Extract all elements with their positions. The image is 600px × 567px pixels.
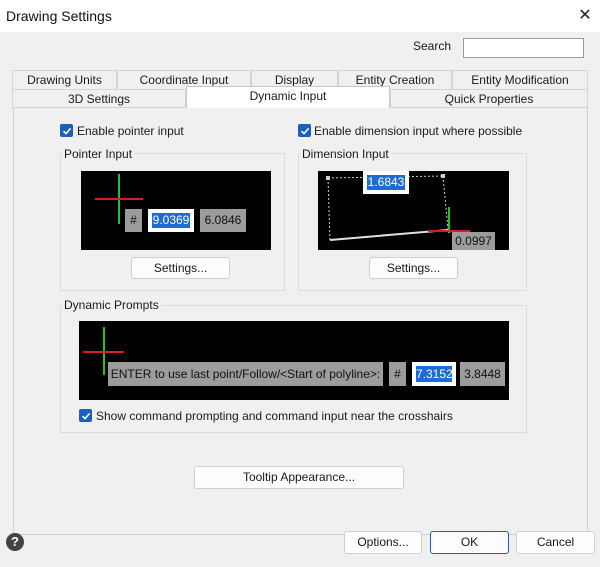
dimension-second-field[interactable]: 0.0997: [452, 232, 495, 250]
help-icon[interactable]: ?: [6, 533, 24, 551]
tooltip-appearance-button[interactable]: Tooltip Appearance...: [194, 466, 404, 489]
show-command-prompting-checkbox[interactable]: [79, 409, 92, 422]
pointer-x-field[interactable]: 9.0369: [148, 209, 194, 232]
prompt-text: ENTER to use last point/Follow/<Start of…: [108, 362, 383, 386]
search-input[interactable]: [463, 38, 584, 58]
search-label: Search: [413, 39, 452, 53]
tab-drawing-units[interactable]: Drawing Units: [12, 70, 117, 89]
show-command-prompting-label: Show command prompting and command input…: [96, 409, 453, 423]
pointer-y-field[interactable]: 6.0846: [200, 209, 246, 232]
hash-box: #: [125, 209, 142, 232]
prompts-preview: ENTER to use last point/Follow/<Start of…: [79, 321, 509, 400]
dimension-settings-button[interactable]: Settings...: [369, 257, 458, 279]
pointer-x-value: 9.0369: [152, 213, 190, 228]
dimension-preview: 1.6843 0.0997: [318, 171, 509, 250]
prompt-x-field[interactable]: 7.3152: [412, 362, 456, 386]
enable-pointer-checkbox[interactable]: [60, 124, 73, 137]
cancel-button[interactable]: Cancel: [516, 531, 595, 554]
crosshair-horizontal: [83, 351, 124, 353]
ok-button[interactable]: OK: [430, 531, 509, 554]
checkmark-icon: [62, 127, 71, 135]
pointer-preview: # 9.0369 6.0846: [81, 171, 271, 250]
enable-dimension-label: Enable dimension input where possible: [314, 124, 523, 138]
options-button[interactable]: Options...: [344, 531, 422, 554]
dimension-input-title: Dimension Input: [300, 147, 391, 161]
tab-quick-properties[interactable]: Quick Properties: [390, 89, 588, 108]
crosshair-horizontal: [95, 198, 143, 200]
prompt-hash-box: #: [389, 362, 406, 386]
prompt-y-field[interactable]: 3.8448: [460, 362, 505, 386]
checkmark-icon: [81, 412, 90, 420]
window-title: Drawing Settings: [6, 8, 112, 24]
enable-dimension-checkbox[interactable]: [298, 124, 311, 137]
dynamic-prompts-title: Dynamic Prompts: [62, 298, 161, 312]
tab-3d-settings[interactable]: 3D Settings: [12, 89, 186, 108]
checkmark-icon: [300, 127, 309, 135]
enable-pointer-label: Enable pointer input: [77, 124, 184, 138]
tab-dynamic-input[interactable]: Dynamic Input: [186, 86, 390, 108]
pointer-settings-button[interactable]: Settings...: [131, 257, 230, 279]
dimension-length-value: 1.6843: [367, 175, 405, 190]
tab-entity-modification[interactable]: Entity Modification: [452, 70, 588, 89]
pointer-input-title: Pointer Input: [62, 147, 135, 161]
close-icon[interactable]: ✕: [574, 4, 596, 26]
prompt-x-value: 7.3152: [416, 366, 453, 382]
dimension-length-field[interactable]: 1.6843: [363, 171, 409, 194]
